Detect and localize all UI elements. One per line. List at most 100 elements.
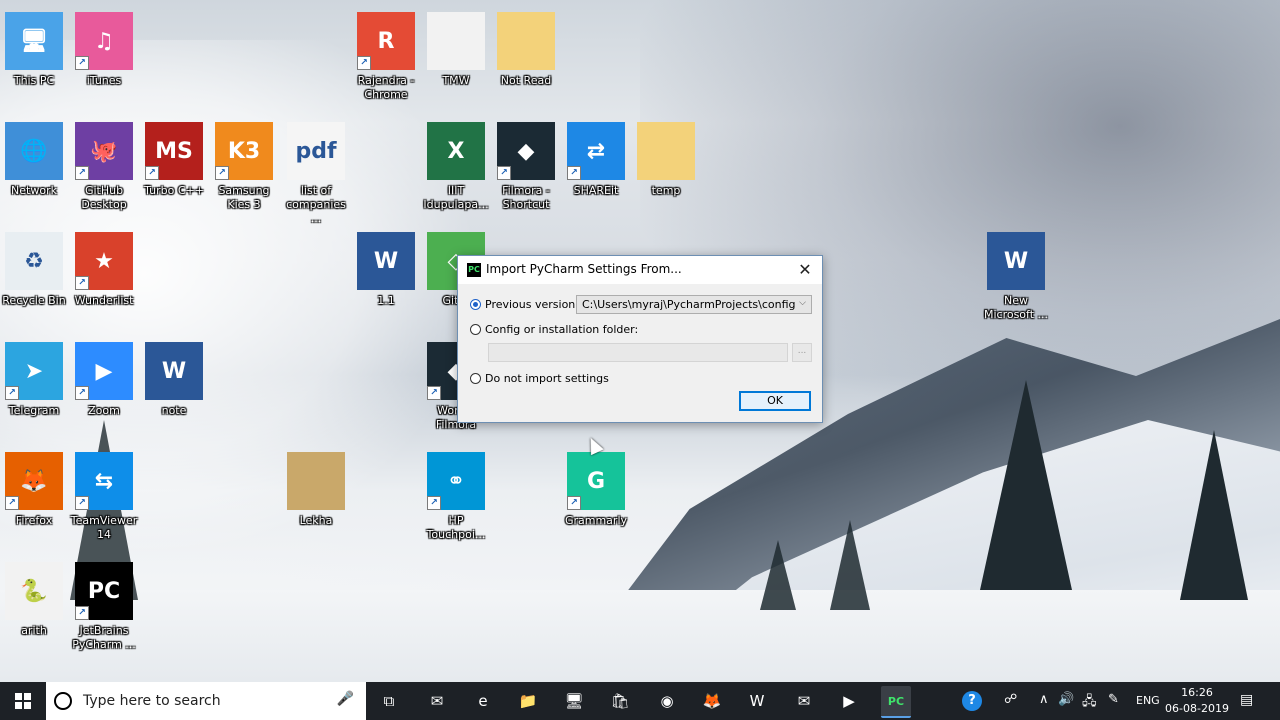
- desktop-icon[interactable]: 🐍 arith: [0, 558, 68, 662]
- chevron-down-icon: ⌵: [799, 298, 806, 308]
- desktop-icon-label: arith: [21, 624, 47, 637]
- word-icon[interactable]: W: [742, 686, 772, 716]
- desktop-icon-label: GitHub Desktop: [81, 184, 127, 211]
- shortcut-arrow-icon: ↗: [567, 166, 581, 180]
- volume-icon[interactable]: 🔊: [1058, 692, 1074, 707]
- shortcut-arrow-icon: ↗: [75, 386, 89, 400]
- file-explorer-icon[interactable]: 📁: [513, 686, 543, 716]
- shortcut-arrow-icon: ↗: [75, 496, 89, 510]
- desktop-icon-image: ⇄ ↗: [567, 122, 625, 180]
- microphone-icon[interactable]: 🎤: [337, 691, 354, 707]
- previous-version-radio[interactable]: [470, 299, 481, 310]
- desktop-icon-image: K3 ↗: [215, 122, 273, 180]
- desktop-icon-label: iTunes: [86, 74, 122, 87]
- desktop-icon-label: Zoom: [88, 404, 120, 417]
- desktop-icon-image: G ↗: [567, 452, 625, 510]
- desktop-icon[interactable]: ★ ↗ Wunderlist: [70, 228, 138, 332]
- desktop-icon[interactable]: Not Read: [492, 8, 560, 112]
- dialog-title-bar[interactable]: PC Import PyCharm Settings From... ✕: [458, 256, 822, 284]
- desktop-icon[interactable]: 🌐 Network: [0, 118, 68, 222]
- desktop-icon[interactable]: G ↗ Grammarly: [562, 448, 630, 552]
- desktop-icon[interactable]: R ↗ Rajendra - Chrome: [352, 8, 420, 112]
- desktop-icon[interactable]: ⚭ ↗ HP Touchpoi...: [422, 448, 490, 552]
- pc-settings-icon[interactable]: 🖥: [559, 686, 589, 716]
- desktop-icon-image: ♫ ↗: [75, 12, 133, 70]
- pine-tree: [830, 520, 870, 610]
- desktop-icon[interactable]: 🖥 This PC: [0, 8, 68, 112]
- shortcut-arrow-icon: ↗: [497, 166, 511, 180]
- zoom-icon[interactable]: ▶: [834, 686, 864, 716]
- desktop-icon[interactable]: Wnote: [140, 338, 208, 442]
- config-folder-label[interactable]: Config or installation folder:: [485, 323, 638, 336]
- people-icon[interactable]: ☍: [1004, 692, 1017, 707]
- desktop-icon[interactable]: W 1.1: [352, 228, 420, 332]
- do-not-import-label[interactable]: Do not import settings: [485, 372, 609, 385]
- help-icon[interactable]: ?: [962, 691, 982, 711]
- desktop-icon[interactable]: ♫ ↗ iTunes: [70, 8, 138, 112]
- desktop-icon-label: Lekha: [299, 514, 333, 527]
- desktop-icon[interactable]: ◆ ↗ Filmora - Shortcut: [492, 118, 560, 222]
- shortcut-arrow-icon: ↗: [427, 496, 441, 510]
- chrome-icon[interactable]: ◉: [652, 686, 682, 716]
- desktop-icon[interactable]: ▶ ↗ Zoom: [70, 338, 138, 442]
- desktop-icon-label: SHAREit: [573, 184, 619, 197]
- desktop-icon[interactable]: MS ↗ Turbo C++: [140, 118, 208, 222]
- outlook-icon[interactable]: ✉: [789, 686, 819, 716]
- desktop-icon-image: ⚭ ↗: [427, 452, 485, 510]
- config-folder-input[interactable]: [488, 343, 788, 362]
- taskbar: Type here to search 🎤 ⧉ ✉ e 📁 🖥 🛍 ◉ 🦊 W ✉ ▶ PC ? ☍ …: [0, 682, 1280, 720]
- desktop-icon[interactable]: pdf list of companies ...: [282, 118, 350, 225]
- pen-icon[interactable]: ✎: [1108, 692, 1119, 707]
- desktop-icon-image: 🌐: [5, 122, 63, 180]
- desktop-icon-image: [427, 12, 485, 70]
- firefox-icon[interactable]: 🦊: [697, 686, 727, 716]
- desktop-icon-image: PC ↗: [75, 562, 133, 620]
- desktop-icon[interactable]: temp: [632, 118, 700, 222]
- desktop-icon[interactable]: ⇄ ↗ SHAREit: [562, 118, 630, 222]
- desktop-icon[interactable]: X IIIT Idupulapa...: [422, 118, 490, 222]
- desktop-icon[interactable]: 🦊 ↗ Firefox: [0, 448, 68, 552]
- task-view-icon[interactable]: ⧉: [374, 686, 404, 716]
- desktop-icon-label: Recycle Bin: [2, 294, 66, 307]
- store-icon[interactable]: 🛍: [605, 686, 635, 716]
- desktop-icon-label: Not Read: [500, 74, 552, 87]
- desktop-icon[interactable]: ♻ Recycle Bin: [0, 228, 68, 332]
- previous-version-label[interactable]: Previous version: [485, 298, 575, 311]
- clock[interactable]: 16:26 06-08-2019: [1164, 685, 1230, 717]
- desktop-icon[interactable]: W New Microsoft ...: [982, 228, 1050, 332]
- pycharm-icon[interactable]: PC: [881, 686, 911, 718]
- desktop-icon[interactable]: Lekha: [282, 448, 350, 552]
- pine-tree: [1180, 430, 1248, 600]
- desktop-icon[interactable]: ➤ ↗ Telegram: [0, 338, 68, 442]
- start-button[interactable]: [0, 682, 46, 720]
- desktop-icon-label: JetBrains PyCharm ...: [72, 624, 136, 651]
- desktop-icon[interactable]: PC ↗ JetBrains PyCharm ...: [70, 558, 138, 662]
- desktop-icon-label: Rajendra - Chrome: [357, 74, 415, 101]
- desktop-icon[interactable]: ⇆ ↗ TeamViewer 14: [70, 448, 138, 552]
- language-indicator[interactable]: ENG: [1136, 694, 1160, 707]
- pine-tree: [760, 540, 796, 610]
- network-icon[interactable]: 🖧: [1082, 692, 1097, 714]
- chevron-up-icon[interactable]: ∧: [1039, 692, 1049, 707]
- close-icon[interactable]: ✕: [794, 259, 816, 281]
- config-folder-radio[interactable]: [470, 324, 481, 335]
- browse-button[interactable]: ...: [792, 343, 812, 362]
- ok-button[interactable]: OK: [739, 391, 811, 411]
- desktop-icon-image: [637, 122, 695, 180]
- previous-version-dropdown[interactable]: C:\Users\myraj\PycharmProjects\config ⌵: [576, 295, 812, 314]
- desktop-icon-label: Turbo C++: [144, 184, 204, 197]
- desktop-icon[interactable]: TMW: [422, 8, 490, 112]
- desktop-icon-image: W: [987, 232, 1045, 290]
- taskbar-search-box[interactable]: Type here to search 🎤: [46, 682, 366, 720]
- desktop-icon-label: Grammarly: [564, 514, 628, 527]
- desktop-icon-label: New Microsoft ...: [983, 294, 1049, 321]
- mail-icon[interactable]: ✉: [422, 686, 452, 716]
- desktop-icon-label: Samsung Kies 3: [218, 184, 270, 211]
- clock-time: 16:26: [1181, 686, 1213, 699]
- edge-icon[interactable]: e: [468, 686, 498, 716]
- notification-icon[interactable]: ▤: [1240, 692, 1253, 708]
- previous-version-value: C:\Users\myraj\PycharmProjects\config: [582, 298, 796, 311]
- desktop-icon[interactable]: 🐙 ↗ GitHub Desktop: [70, 118, 138, 222]
- do-not-import-radio[interactable]: [470, 373, 481, 384]
- desktop-icon[interactable]: K3 ↗ Samsung Kies 3: [210, 118, 278, 222]
